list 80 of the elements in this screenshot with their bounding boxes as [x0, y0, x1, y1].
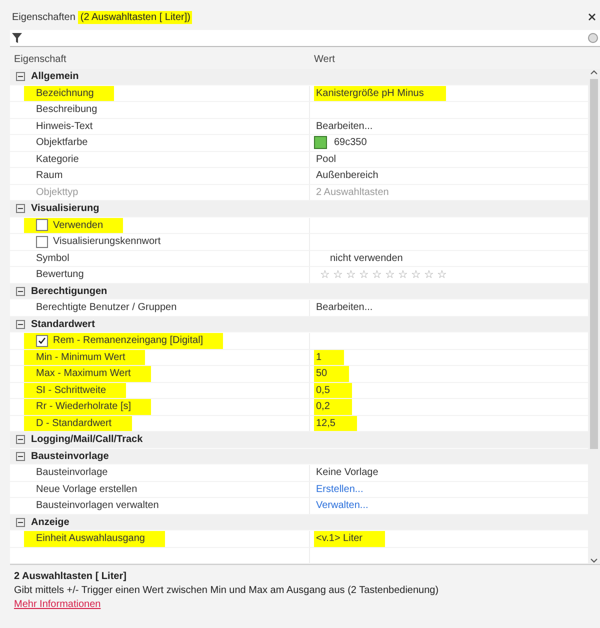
- group-name: Logging/Mail/Call/Track: [31, 434, 143, 446]
- star-icon[interactable]: ☆: [411, 268, 421, 282]
- property-label: Rr - Wiederholrate [s]: [24, 399, 152, 414]
- star-icon[interactable]: ☆: [398, 268, 408, 282]
- property-label: Symbol: [35, 252, 70, 266]
- property-value: 1: [314, 350, 344, 365]
- scroll-down-icon[interactable]: [590, 558, 598, 564]
- property-label: Einheit Auswahlausgang: [24, 531, 165, 546]
- property-value: Kanistergröße pH Minus: [314, 86, 446, 101]
- property-label: SI - Schrittweite: [24, 382, 126, 398]
- group-name: Bausteinvorlage: [31, 450, 109, 462]
- scroll-up-icon[interactable]: [590, 69, 598, 75]
- property-label: D - Standardwert: [24, 416, 132, 431]
- star-icon[interactable]: ☆: [346, 268, 356, 282]
- property-label: Max - Maximum Wert: [24, 366, 151, 382]
- checkbox[interactable]: [36, 236, 48, 248]
- star-icon[interactable]: ☆: [320, 268, 330, 282]
- panel-subtitle: (2 Auswahltasten [ Liter]): [78, 10, 192, 24]
- property-label: Hinweis-Text: [35, 120, 94, 134]
- star-icon[interactable]: ☆: [333, 268, 343, 282]
- property-label: Raum: [35, 169, 64, 184]
- property-value: 0,2: [314, 399, 352, 414]
- property-value: 69c350: [333, 136, 368, 150]
- property-label: Objekttyp: [35, 186, 80, 200]
- scrollbar[interactable]: [588, 69, 600, 564]
- checkbox[interactable]: [36, 334, 48, 347]
- star-icon[interactable]: ☆: [385, 268, 395, 282]
- column-header[interactable]: Wert: [310, 54, 600, 64]
- close-icon[interactable]: [588, 13, 596, 21]
- property-link[interactable]: Verwalten...: [314, 498, 390, 514]
- star-icon[interactable]: ☆: [359, 268, 369, 282]
- property-value: nicht verwenden: [329, 252, 404, 266]
- column-header[interactable]: Eigenschaft: [10, 54, 310, 64]
- property-label: Objektfarbe: [35, 136, 89, 150]
- property-label: Verwenden: [24, 218, 124, 233]
- property-label: Bausteinvorlagen verwalten: [35, 499, 160, 514]
- filter-icon[interactable]: [12, 33, 22, 43]
- property-value: Keine Vorlage: [315, 466, 380, 480]
- property-value: 0,5: [314, 382, 352, 398]
- collapse-icon[interactable]: [16, 286, 25, 296]
- property-link[interactable]: Erstellen...: [314, 482, 386, 497]
- description-text: Gibt mittels +/- Trigger einen Wert zwischen Min und Max am Ausgang aus (2 Tastenbedienung): [14, 585, 440, 596]
- property-label: Bezeichnung: [24, 86, 114, 101]
- property-value: 12,5: [314, 416, 358, 431]
- clear-icon[interactable]: [588, 33, 598, 43]
- property-value: Pool: [315, 152, 338, 167]
- property-label: Bausteinvorlage: [35, 466, 109, 480]
- color-swatch[interactable]: [314, 136, 327, 150]
- more-info-link[interactable]: Mehr Informationen: [14, 599, 101, 610]
- collapse-icon[interactable]: [16, 204, 25, 214]
- group-name: Visualisierung: [31, 203, 100, 214]
- collapse-icon[interactable]: [16, 452, 25, 461]
- property-label: Min - Minimum Wert: [24, 350, 146, 365]
- property-value: <v.1> Liter: [314, 531, 385, 546]
- property-value: Bearbeiten...: [315, 301, 374, 316]
- property-label: Kategorie: [35, 152, 80, 167]
- star-icon[interactable]: ☆: [437, 268, 447, 282]
- description-title: 2 Auswahltasten [ Liter]: [14, 571, 128, 582]
- collapse-icon[interactable]: [16, 435, 25, 444]
- collapse-icon[interactable]: [16, 72, 25, 82]
- property-value: Außenbereich: [315, 169, 380, 184]
- group-name: Standardwert: [31, 318, 95, 330]
- property-label: Bewertung: [35, 268, 85, 282]
- checkbox[interactable]: [36, 219, 48, 232]
- property-value: 50: [314, 366, 350, 382]
- property-value: Bearbeiten...: [315, 120, 374, 134]
- property-label: Visualisierungskennwort: [32, 234, 181, 250]
- property-label: Beschreibung: [35, 103, 98, 118]
- property-label: Rem - Remanenzeingang [Digital]: [24, 333, 224, 348]
- collapse-icon[interactable]: [16, 518, 25, 527]
- panel-title: Eigenschaften: [12, 12, 76, 22]
- star-icon[interactable]: ☆: [372, 268, 382, 282]
- property-label: Berechtigte Benutzer / Gruppen: [35, 301, 178, 316]
- property-label: Neue Vorlage erstellen: [35, 482, 138, 497]
- group-name: Berechtigungen: [31, 286, 108, 297]
- star-icon[interactable]: ☆: [424, 268, 434, 282]
- property-value: 2 Auswahltasten: [315, 186, 390, 200]
- group-name: Allgemein: [31, 71, 79, 82]
- group-name: Anzeige: [31, 516, 70, 528]
- collapse-icon[interactable]: [16, 320, 25, 329]
